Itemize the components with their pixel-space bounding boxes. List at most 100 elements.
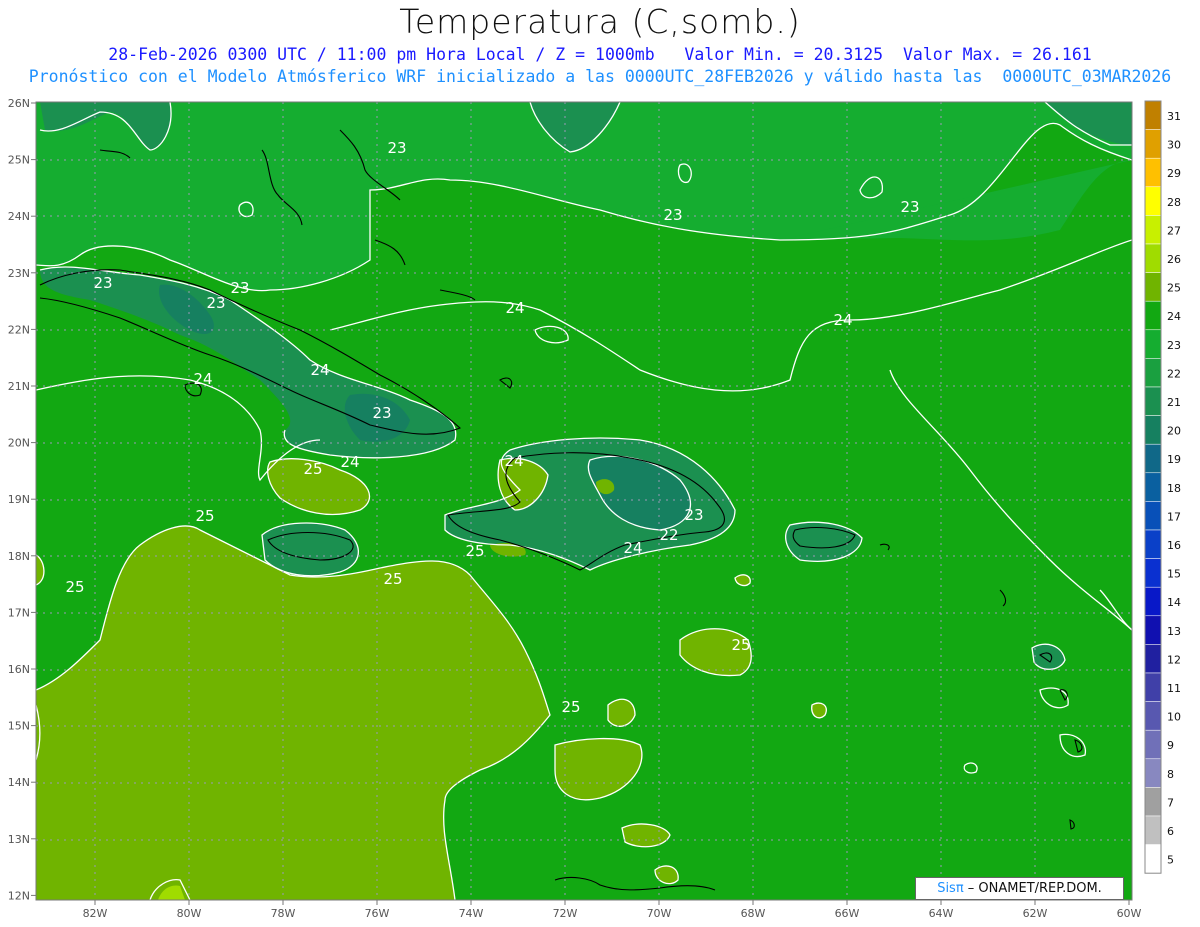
contour-label: 25 (731, 636, 750, 654)
colorbar-swatch (1144, 758, 1162, 788)
colorbar-label: 10 (1167, 711, 1181, 724)
colorbar-label: 9 (1167, 739, 1174, 752)
contour-label: 24 (505, 299, 524, 317)
credit-text: – ONAMET/REP.DOM. (963, 881, 1102, 896)
colorbar-swatch (1144, 529, 1162, 559)
colorbar-label: 17 (1167, 510, 1181, 523)
lat-label: 23N (8, 267, 30, 280)
credit-box: Sisπ – ONAMET/REP.DOM. (915, 877, 1124, 900)
longitude-axis: 82W 80W 78W 76W 74W 72W 70W 68W 66W 64W 62W 60W (83, 900, 1142, 920)
lon-label: 76W (365, 907, 390, 920)
lon-label: 62W (1023, 907, 1048, 920)
colorbar-label: 24 (1167, 310, 1181, 323)
map-fields: 23 23 23 23 23 23 23 23 22 24 24 24 24 24 24 24 25 25 25 25… (36, 102, 1132, 900)
colorbar-swatch (1144, 787, 1162, 817)
lat-label: 17N (8, 606, 30, 619)
colorbar-swatch (1144, 415, 1162, 445)
contour-label: 25 (195, 507, 214, 525)
lat-label: 20N (8, 437, 30, 450)
colorbar-swatch (1144, 501, 1162, 531)
contour-label: 25 (383, 570, 402, 588)
lon-label: 78W (271, 907, 296, 920)
contour-label: 24 (340, 453, 359, 471)
lon-label: 80W (177, 907, 202, 920)
colorbar-label: 5 (1167, 854, 1174, 867)
colorbar-label: 11 (1167, 682, 1181, 695)
lat-label: 14N (8, 776, 30, 789)
colorbar-swatch (1144, 644, 1162, 674)
colorbar-swatch (1144, 815, 1162, 845)
colorbar-swatch (1144, 157, 1162, 188)
contour-label: 24 (833, 311, 852, 329)
colorbar-label: 18 (1167, 482, 1181, 495)
colorbar-swatch (1144, 186, 1162, 216)
colorbar-swatch (1144, 701, 1162, 731)
contour-label: 25 (65, 578, 84, 596)
contour-label: 25 (561, 698, 580, 716)
colorbar-swatch (1144, 472, 1162, 502)
lon-label: 72W (553, 907, 578, 920)
latitude-axis: 26N 25N 24N 23N 22N 21N 20N 19N 18N 17N 16N 15N 14N 1… (8, 97, 36, 902)
colorbar-swatch (1144, 100, 1162, 130)
contour-label: 24 (623, 539, 642, 557)
contour-label: 23 (372, 404, 391, 422)
colorbar-swatch (1144, 586, 1162, 617)
colorbar-label: 6 (1167, 825, 1174, 838)
lat-label: 24N (8, 210, 30, 223)
lon-label: 60W (1117, 907, 1142, 920)
contour-label: 23 (387, 139, 406, 157)
lat-label: 13N (8, 833, 30, 846)
colorbar-swatch (1144, 844, 1162, 874)
colorbar-swatch (1144, 358, 1162, 388)
lon-label: 74W (459, 907, 484, 920)
contour-label: 23 (206, 294, 225, 312)
colorbar-label: 22 (1167, 367, 1181, 380)
contour-label: 23 (230, 279, 249, 297)
lat-label: 18N (8, 550, 30, 563)
contour-label: 23 (684, 506, 703, 524)
colorbar-swatch (1144, 329, 1162, 359)
lon-label: 70W (647, 907, 672, 920)
colorbar-label: 25 (1167, 282, 1181, 295)
colorbar-swatch (1144, 558, 1162, 588)
colorbar-label: 8 (1167, 768, 1174, 781)
temperature-map: 23 23 23 23 23 23 23 23 22 24 24 24 24 24 24 24 25 25 25 25… (8, 97, 1181, 920)
colorbar-label: 16 (1167, 539, 1181, 552)
colorbar-label: 28 (1167, 196, 1181, 209)
colorbar-swatch (1144, 729, 1162, 760)
colorbar-label: 13 (1167, 625, 1181, 638)
lat-label: 19N (8, 493, 30, 506)
contour-label: 25 (303, 460, 322, 478)
colorbar-swatch (1144, 300, 1162, 331)
contour-label: 23 (900, 198, 919, 216)
colorbar-label: 27 (1167, 224, 1181, 237)
colorbar-swatch (1144, 443, 1162, 474)
lat-label: 16N (8, 663, 30, 676)
colorbar-swatch (1144, 272, 1162, 302)
colorbar-label: 23 (1167, 339, 1181, 352)
colorbar-swatch (1144, 615, 1162, 645)
lat-label: 15N (8, 720, 30, 733)
lon-label: 64W (929, 907, 954, 920)
colorbar-label: 14 (1167, 596, 1181, 609)
lon-label: 68W (741, 907, 766, 920)
contour-label: 23 (663, 206, 682, 224)
colorbar-label: 20 (1167, 425, 1181, 438)
colorbar-swatch (1144, 672, 1162, 702)
colorbar-swatch (1144, 129, 1162, 159)
lat-label: 25N (8, 154, 30, 167)
colorbar-label: 31 (1167, 110, 1181, 123)
lon-label: 82W (83, 907, 108, 920)
contour-label: 24 (310, 361, 329, 379)
lon-label: 66W (835, 907, 860, 920)
contour-label: 24 (504, 452, 523, 470)
lat-label: 21N (8, 380, 30, 393)
contour-label: 23 (93, 274, 112, 292)
colorbar: 31 30 29 28 27 26 25 24 23 22 21 20 19 18 17 16 15 14 13 12… (1144, 100, 1181, 874)
colorbar-label: 15 (1167, 568, 1181, 581)
contour-label: 25 (465, 542, 484, 560)
lat-label: 12N (8, 889, 30, 902)
colorbar-swatch (1144, 243, 1162, 273)
colorbar-label: 21 (1167, 396, 1181, 409)
lat-label: 26N (8, 97, 30, 110)
